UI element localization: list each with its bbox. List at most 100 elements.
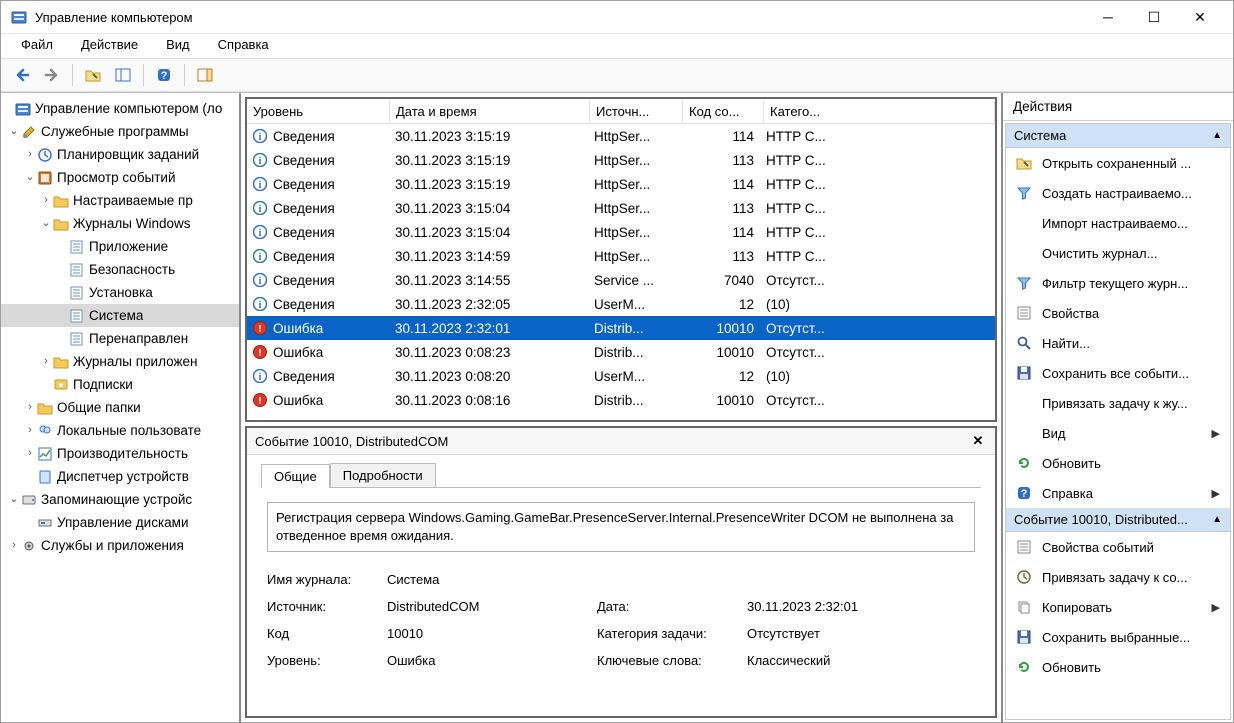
- expander-icon[interactable]: ⌄: [23, 166, 37, 189]
- expander-icon[interactable]: ›: [23, 442, 37, 465]
- event-row[interactable]: Сведения30.11.2023 3:14:55Service ...704…: [247, 268, 995, 292]
- tree-local-users[interactable]: ›Локальные пользовате: [1, 419, 239, 442]
- expander-icon[interactable]: ›: [23, 143, 37, 166]
- open-saved-log-button[interactable]: [80, 62, 106, 88]
- action-item[interactable]: Справка▶: [1006, 478, 1230, 508]
- tree-log-system[interactable]: Система: [1, 304, 239, 327]
- copy-icon: [1016, 599, 1032, 615]
- label-level: Уровень:: [267, 653, 377, 668]
- col-code[interactable]: Код со...: [683, 101, 764, 122]
- nav-back-button[interactable]: [9, 62, 35, 88]
- event-row[interactable]: Ошибка30.11.2023 0:08:16Distrib...10010О…: [247, 388, 995, 412]
- info-icon: [253, 129, 267, 143]
- navigation-tree[interactable]: Управление компьютером (ло ⌄Служебные пр…: [1, 93, 239, 722]
- event-row[interactable]: Сведения30.11.2023 3:15:19HttpSer...113H…: [247, 148, 995, 172]
- tree-log-security[interactable]: Безопасность: [1, 258, 239, 281]
- arrow-right-icon: [44, 67, 60, 83]
- menu-action[interactable]: Действие: [67, 34, 152, 58]
- event-details: Событие 10010, DistributedCOM ✕ Общие По…: [245, 426, 997, 718]
- tree-log-setup[interactable]: Установка: [1, 281, 239, 304]
- expander-icon[interactable]: ⌄: [7, 120, 21, 143]
- tree-shared-folders[interactable]: ›Общие папки: [1, 396, 239, 419]
- expander-icon[interactable]: ⌄: [7, 488, 21, 511]
- log-icon: [69, 308, 85, 324]
- tree-custom-views[interactable]: ›Настраиваемые пр: [1, 189, 239, 212]
- toggle-actions-pane-button[interactable]: [192, 62, 218, 88]
- side-pane-icon: [197, 67, 213, 83]
- log-icon: [69, 331, 85, 347]
- arrow-left-icon: [14, 67, 30, 83]
- close-button[interactable]: ✕: [1177, 1, 1223, 33]
- event-row[interactable]: Сведения30.11.2023 3:15:19HttpSer...114H…: [247, 172, 995, 196]
- events-list-body[interactable]: Сведения30.11.2023 3:15:19HttpSer...114H…: [247, 124, 995, 420]
- action-item[interactable]: Привязать задачу к жу...: [1006, 388, 1230, 418]
- action-item[interactable]: Свойства событий: [1006, 532, 1230, 562]
- action-item[interactable]: Привязать задачу к со...: [1006, 562, 1230, 592]
- event-row[interactable]: Ошибка30.11.2023 2:32:01Distrib...10010О…: [247, 316, 995, 340]
- tree-performance[interactable]: ›Производительность: [1, 442, 239, 465]
- tree-event-viewer[interactable]: ⌄Просмотр событий: [1, 166, 239, 189]
- event-row[interactable]: Сведения30.11.2023 0:08:20UserM...12(10): [247, 364, 995, 388]
- action-item[interactable]: Обновить: [1006, 448, 1230, 478]
- event-row[interactable]: Сведения30.11.2023 2:32:05UserM...12(10): [247, 292, 995, 316]
- col-source[interactable]: Источн...: [590, 101, 683, 122]
- minimize-button[interactable]: ─: [1085, 1, 1131, 33]
- action-item[interactable]: Вид▶: [1006, 418, 1230, 448]
- actions-section-event[interactable]: Событие 10010, Distributed... ▲: [1006, 508, 1230, 532]
- tab-general[interactable]: Общие: [261, 464, 330, 488]
- event-details-close-button[interactable]: ✕: [969, 433, 987, 449]
- collapse-icon: ▲: [1212, 514, 1222, 525]
- col-level[interactable]: Уровень: [247, 101, 390, 122]
- tree-services-apps[interactable]: ›Службы и приложения: [1, 534, 239, 557]
- action-item[interactable]: Фильтр текущего журн...: [1006, 268, 1230, 298]
- event-details-header: Событие 10010, DistributedCOM ✕: [247, 428, 995, 455]
- menu-help[interactable]: Справка: [204, 34, 283, 58]
- action-item[interactable]: Свойства: [1006, 298, 1230, 328]
- expander-icon[interactable]: ›: [39, 189, 53, 212]
- expander-icon[interactable]: ›: [23, 419, 37, 442]
- tree-app-logs[interactable]: ›Журналы приложен: [1, 350, 239, 373]
- pane-layout-button[interactable]: [110, 62, 136, 88]
- refresh-icon: [1016, 659, 1032, 675]
- col-date[interactable]: Дата и время: [390, 101, 590, 122]
- tree-task-scheduler[interactable]: ›Планировщик заданий: [1, 143, 239, 166]
- tree-log-forwarded[interactable]: Перенаправлен: [1, 327, 239, 350]
- tree-storage[interactable]: ⌄Запоминающие устройс: [1, 488, 239, 511]
- expander-icon[interactable]: ⌄: [39, 212, 53, 235]
- expander-icon[interactable]: ›: [23, 396, 37, 419]
- maximize-button[interactable]: ☐: [1131, 1, 1177, 33]
- action-item[interactable]: Сохранить все событи...: [1006, 358, 1230, 388]
- help-button[interactable]: [151, 62, 177, 88]
- action-item[interactable]: Открыть сохраненный ...: [1006, 148, 1230, 178]
- event-details-body: Регистрация сервера Windows.Gaming.GameB…: [261, 487, 981, 716]
- event-row[interactable]: Сведения30.11.2023 3:15:19HttpSer...114H…: [247, 124, 995, 148]
- tree-windows-logs[interactable]: ⌄Журналы Windows: [1, 212, 239, 235]
- action-item[interactable]: Очистить журнал...: [1006, 238, 1230, 268]
- event-row[interactable]: Сведения30.11.2023 3:15:04HttpSer...114H…: [247, 220, 995, 244]
- event-row[interactable]: Ошибка30.11.2023 0:08:23Distrib...10010О…: [247, 340, 995, 364]
- action-item[interactable]: Копировать▶: [1006, 592, 1230, 622]
- action-item[interactable]: Импорт настраиваемо...: [1006, 208, 1230, 238]
- expander-icon[interactable]: ›: [39, 350, 53, 373]
- tree-disk-management[interactable]: Управление дисками: [1, 511, 239, 534]
- event-row[interactable]: Сведения30.11.2023 3:14:59HttpSer...113H…: [247, 244, 995, 268]
- tab-details[interactable]: Подробности: [330, 463, 436, 487]
- tree-utility[interactable]: ⌄Служебные программы: [1, 120, 239, 143]
- action-item[interactable]: Найти...: [1006, 328, 1230, 358]
- action-item[interactable]: Создать настраиваемо...: [1006, 178, 1230, 208]
- col-cat[interactable]: Катего...: [764, 101, 995, 122]
- value-code: 10010: [387, 626, 587, 641]
- action-item[interactable]: Сохранить выбранные...: [1006, 622, 1230, 652]
- tree-device-manager[interactable]: Диспетчер устройств: [1, 465, 239, 488]
- tree-subscriptions[interactable]: Подписки: [1, 373, 239, 396]
- menu-file[interactable]: Файл: [7, 34, 67, 58]
- menu-view[interactable]: Вид: [152, 34, 204, 58]
- tree-log-application[interactable]: Приложение: [1, 235, 239, 258]
- event-row[interactable]: Сведения30.11.2023 3:15:04HttpSer...113H…: [247, 196, 995, 220]
- action-item[interactable]: Обновить: [1006, 652, 1230, 682]
- expander-icon[interactable]: ›: [7, 534, 21, 557]
- tree-root[interactable]: Управление компьютером (ло: [1, 97, 239, 120]
- actions-section-system[interactable]: Система ▲: [1006, 124, 1230, 148]
- nav-forward-button[interactable]: [39, 62, 65, 88]
- computer-icon: [15, 101, 31, 117]
